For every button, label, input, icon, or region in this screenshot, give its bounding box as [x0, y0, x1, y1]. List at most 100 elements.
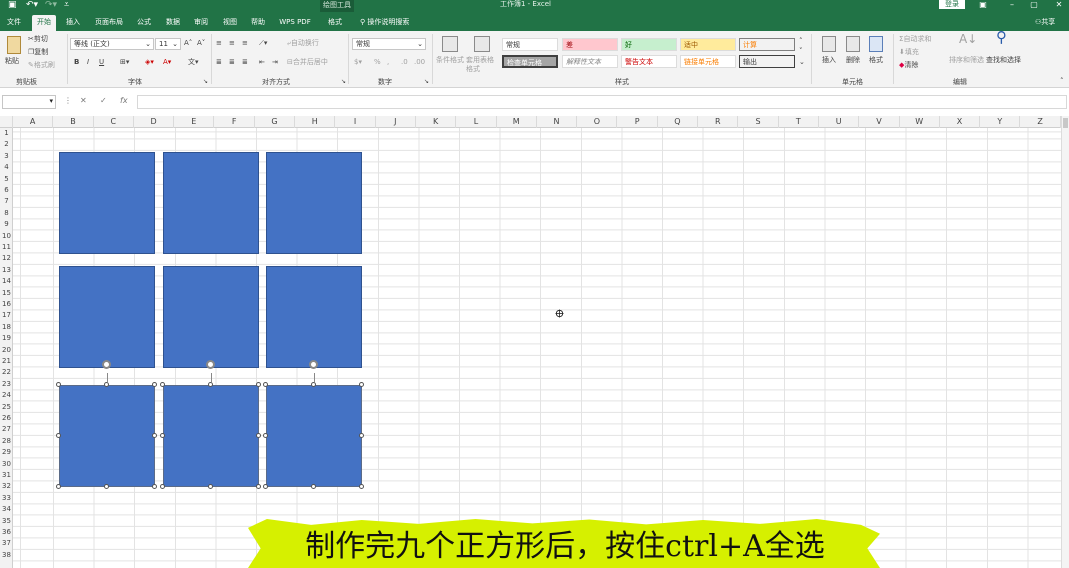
conditional-formatting-icon[interactable] — [442, 36, 458, 52]
format-as-table-button[interactable]: 套用表格格式 — [466, 56, 496, 74]
row-header[interactable]: 33 — [0, 493, 13, 504]
underline-button[interactable]: U — [99, 58, 104, 67]
percent-icon[interactable]: % — [374, 58, 381, 67]
tab-file[interactable]: 文件 — [4, 15, 24, 31]
font-name-select[interactable]: 等线 (正文) ⌄ — [70, 38, 154, 50]
formula-input[interactable] — [137, 95, 1067, 109]
delete-cells-button[interactable]: 删除 — [846, 56, 860, 65]
square-shape-2[interactable] — [163, 152, 259, 254]
resize-handle[interactable] — [56, 433, 61, 438]
row-header[interactable]: 34 — [0, 504, 13, 515]
row-header[interactable]: 23 — [0, 379, 13, 390]
resize-handle[interactable] — [208, 382, 213, 387]
row-header[interactable]: 3 — [0, 151, 13, 162]
column-header[interactable]: A — [13, 116, 54, 128]
column-header[interactable]: I — [335, 116, 376, 128]
column-header[interactable]: G — [255, 116, 296, 128]
align-bottom-icon[interactable]: ≡ — [242, 39, 248, 48]
style-explanatory[interactable]: 解释性文本 — [562, 55, 618, 68]
row-header[interactable]: 4 — [0, 162, 13, 173]
styles-scroll-up-icon[interactable]: ˄ — [799, 37, 803, 46]
tab-data[interactable]: 数据 — [162, 15, 184, 31]
rotation-handle-icon[interactable] — [309, 360, 318, 369]
resize-handle[interactable] — [311, 484, 316, 489]
style-warning[interactable]: 警告文本 — [621, 55, 677, 68]
row-header[interactable]: 9 — [0, 219, 13, 230]
row-header[interactable]: 7 — [0, 196, 13, 207]
vertical-scrollbar[interactable] — [1061, 116, 1069, 568]
minimize-icon[interactable]: – — [1006, 0, 1018, 9]
format-painter-button[interactable]: ✎格式刷 — [28, 61, 55, 70]
resize-handle[interactable] — [359, 433, 364, 438]
column-header[interactable]: D — [134, 116, 175, 128]
row-header[interactable]: 15 — [0, 288, 13, 299]
row-header[interactable]: 25 — [0, 402, 13, 413]
enter-icon[interactable]: ✓ — [100, 96, 107, 105]
clear-button[interactable]: ◆清除 — [899, 61, 918, 70]
tab-formulas[interactable]: 公式 — [133, 15, 155, 31]
styles-more-icon[interactable]: ⌄ — [799, 58, 805, 67]
borders-icon[interactable]: ⊞▾ — [120, 58, 129, 67]
name-box[interactable]: ▾ — [2, 95, 56, 109]
format-cells-button[interactable]: 格式 — [869, 56, 883, 65]
square-shape-1[interactable] — [59, 152, 155, 254]
row-header[interactable]: 29 — [0, 447, 13, 458]
tab-review[interactable]: 审阅 — [190, 15, 212, 31]
resize-handle[interactable] — [160, 433, 165, 438]
square-shape-4[interactable] — [59, 266, 155, 368]
column-header[interactable]: U — [819, 116, 860, 128]
resize-handle[interactable] — [359, 382, 364, 387]
close-icon[interactable]: ✕ — [1053, 0, 1065, 9]
rotation-handle-icon[interactable] — [206, 360, 215, 369]
styles-scroll-down-icon[interactable]: ˅ — [799, 47, 803, 56]
cancel-icon[interactable]: ✕ — [80, 96, 87, 105]
row-header[interactable]: 18 — [0, 322, 13, 333]
row-header[interactable]: 36 — [0, 527, 13, 538]
tab-wps-pdf[interactable]: WPS PDF — [276, 15, 314, 31]
fill-color-icon[interactable]: ◈▾ — [145, 58, 154, 67]
ribbon-display-options-icon[interactable]: ▣ — [977, 0, 989, 9]
column-header[interactable]: T — [779, 116, 819, 128]
row-header[interactable]: 30 — [0, 459, 13, 470]
number-format-select[interactable]: 常规 ⌄ — [352, 38, 426, 50]
comma-style-icon[interactable]: , — [387, 58, 389, 67]
autosum-button[interactable]: Σ自动求和 — [899, 35, 931, 44]
column-header[interactable]: R — [698, 116, 739, 128]
font-size-select[interactable]: 11 ⌄ — [155, 38, 181, 50]
row-header[interactable]: 6 — [0, 185, 13, 196]
square-shape-3[interactable] — [266, 152, 362, 254]
column-header[interactable]: Z — [1021, 116, 1061, 128]
increase-font-icon[interactable]: A˄ — [184, 39, 192, 48]
row-header[interactable]: 14 — [0, 276, 13, 287]
column-header[interactable]: Y — [980, 116, 1021, 128]
tab-page-layout[interactable]: 页面布局 — [91, 15, 127, 31]
style-check-cell[interactable]: 检查单元格 — [502, 55, 558, 68]
align-right-icon[interactable]: ≣ — [242, 58, 248, 67]
row-header[interactable]: 19 — [0, 333, 13, 344]
rotation-handle-icon[interactable] — [102, 360, 111, 369]
row-header[interactable]: 1 — [0, 128, 13, 139]
resize-handle[interactable] — [56, 484, 61, 489]
conditional-formatting-button[interactable]: 条件格式 — [436, 56, 464, 65]
row-header[interactable]: 37 — [0, 538, 13, 549]
tab-help[interactable]: 帮助 — [247, 15, 269, 31]
row-header[interactable]: 16 — [0, 299, 13, 310]
align-middle-icon[interactable]: ≡ — [229, 39, 235, 48]
merge-center-button[interactable]: ⊟合并后居中 — [287, 58, 328, 67]
resize-handle[interactable] — [256, 484, 261, 489]
decrease-decimal-icon[interactable]: .00 — [414, 58, 425, 67]
select-all-corner[interactable] — [0, 116, 13, 128]
tell-me-search[interactable]: ⚲ 操作说明搜索 — [360, 16, 409, 28]
resize-handle[interactable] — [104, 382, 109, 387]
style-calculation[interactable]: 计算 — [739, 38, 795, 51]
redo-icon[interactable]: ↷▾ — [45, 0, 57, 10]
alignment-dialog-launcher-icon[interactable]: ↘ — [341, 77, 346, 86]
resize-handle[interactable] — [160, 484, 165, 489]
increase-indent-icon[interactable]: ⇥ — [272, 58, 278, 67]
font-dialog-launcher-icon[interactable]: ↘ — [203, 77, 208, 86]
tab-format[interactable]: 格式 — [323, 15, 347, 31]
save-icon[interactable]: ▣ — [8, 0, 17, 10]
column-header[interactable]: B — [53, 116, 94, 128]
cut-button[interactable]: ✂剪切 — [28, 35, 48, 44]
column-header[interactable]: S — [738, 116, 779, 128]
